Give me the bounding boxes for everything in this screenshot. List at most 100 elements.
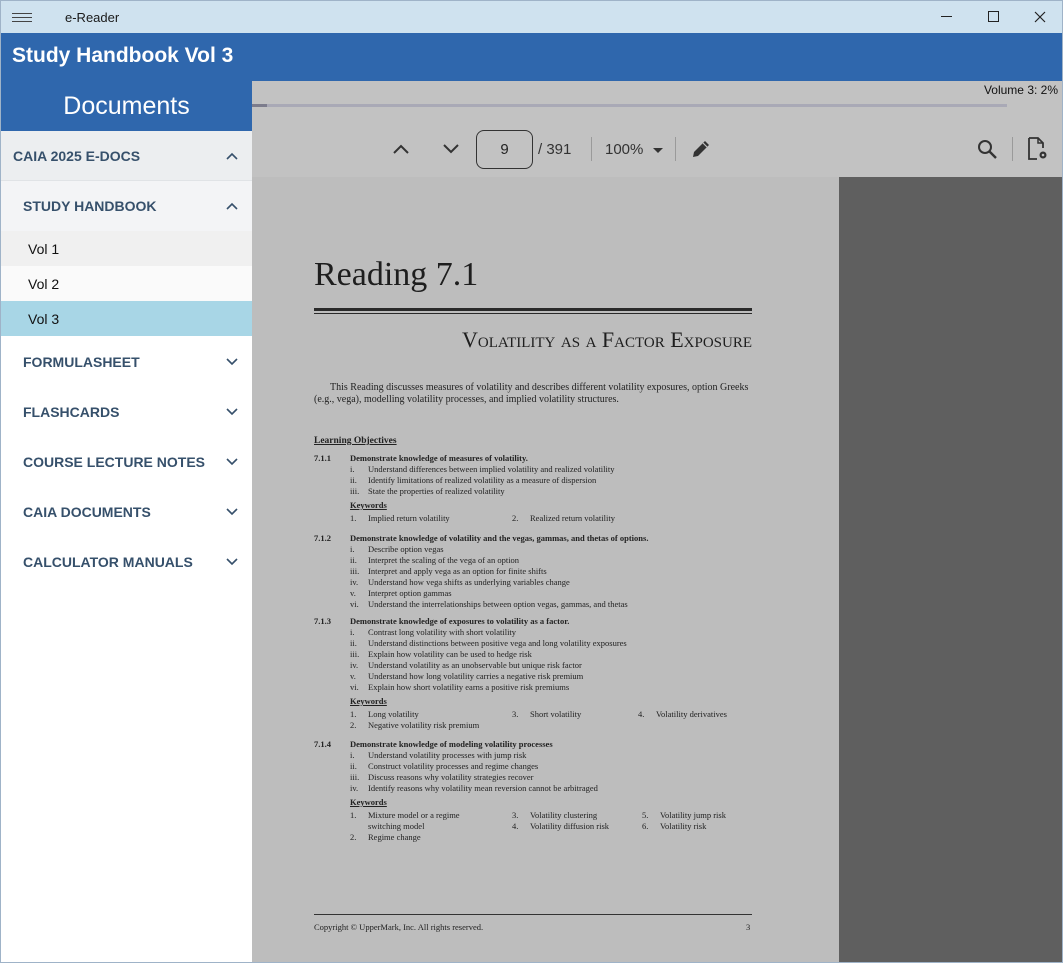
close-icon: [1034, 11, 1046, 23]
sidebar-item-label: Vol 2: [28, 275, 60, 292]
page-footer-number: 3: [746, 922, 751, 932]
sidebar-category-label: CAIA DOCUMENTS: [23, 504, 151, 520]
reading-intro: This Reading discusses measures of volat…: [314, 382, 749, 405]
keywords-row: 1. Mixture model or a regime 3. Volatility…: [350, 810, 726, 820]
minimize-icon: [941, 16, 952, 17]
volume-progress-label: Volume 3: 2%: [983, 83, 1058, 97]
sidebar-item-vol-2[interactable]: Vol 2: [1, 266, 252, 301]
objective-item: iii. Discuss reasons why volatility strat…: [350, 772, 534, 782]
page-number-input[interactable]: [476, 130, 533, 169]
objective-number: 7.1.4: [314, 739, 331, 749]
objective-item: ii. Construct volatility processes and re…: [350, 761, 539, 771]
sidebar-item-vol-3[interactable]: Vol 3: [1, 301, 252, 336]
hamburger-menu-icon[interactable]: [12, 10, 32, 24]
maximize-button[interactable]: [971, 1, 1017, 33]
objective-item: v. Interpret option gammas: [350, 588, 452, 598]
keywords-row: 1. Long volatility 3. Short volatility 4. V…: [350, 709, 727, 719]
keywords-row: 2. Regime change: [350, 832, 421, 842]
sidebar-subgroup-study-handbook[interactable]: STUDY HANDBOOK: [1, 181, 252, 231]
next-page-button[interactable]: [433, 131, 469, 167]
footer-rule: [314, 914, 752, 915]
page-total: / 391: [538, 141, 572, 158]
caret-down-icon: [652, 147, 663, 153]
sidebar-group-caia-2025[interactable]: CAIA 2025 E-DOCS: [1, 131, 252, 181]
keywords-heading: Keywords: [350, 696, 387, 706]
pencil-icon: [693, 141, 709, 157]
chevron-down-icon: [226, 458, 238, 466]
objective-item: v. Understand how long volatility carries…: [350, 671, 584, 681]
search-icon: [978, 140, 997, 159]
document-viewer: Volume 3: 2% / 391 100%: [252, 81, 1062, 962]
chevron-down-icon: [226, 558, 238, 566]
objective-item: i. Understand differences between implied…: [350, 464, 615, 474]
sidebar-category-label: CALCULATOR MANUALS: [23, 554, 193, 570]
progress-area: Volume 3: 2%: [252, 81, 1062, 121]
objective-item: iv. Understand how vega shifts as underly…: [350, 577, 570, 587]
reading-progress-fill: [252, 104, 268, 107]
chevron-up-icon: [226, 202, 238, 210]
sidebar-category-flashcards[interactable]: FLASHCARDS: [1, 387, 252, 437]
sidebar-heading: Documents: [1, 81, 252, 131]
app-window: e-Reader Study Handbook Vol 3 Documents …: [0, 0, 1063, 963]
objective-item: iii. Interpret and apply vega as an optio…: [350, 566, 547, 576]
chevron-up-icon: [393, 144, 409, 154]
sidebar-category-label: FLASHCARDS: [23, 404, 120, 420]
sidebar-group-label: CAIA 2025 E-DOCS: [13, 147, 141, 164]
chevron-down-icon: [226, 357, 238, 365]
objective-item: ii. Understand distinctions between posit…: [350, 638, 627, 648]
objective-heading: Demonstrate knowledge of exposures to vo…: [350, 616, 570, 626]
document-settings-button[interactable]: [1019, 131, 1055, 167]
page-footer: Copyright © UpperMark, Inc. All rights r…: [314, 922, 484, 932]
sidebar-category-course-lecture-notes[interactable]: COURSE LECTURE NOTES: [1, 437, 252, 487]
reading-progress-bar: [252, 104, 1007, 107]
objective-item: i. Describe option vegas: [350, 544, 444, 554]
maximize-icon: [988, 11, 999, 22]
objective-item: ii. Interpret the scaling of the vega of …: [350, 555, 520, 565]
title-rule: [314, 308, 752, 311]
annotate-button[interactable]: [683, 131, 719, 167]
window-title: e-Reader: [65, 10, 120, 25]
sidebar-category-caia-documents[interactable]: CAIA DOCUMENTS: [1, 487, 252, 537]
title-rule: [314, 313, 752, 314]
sidebar-category-label: FORMULASHEET: [23, 353, 140, 370]
objective-item: ii. Identify limitations of realized vola…: [350, 475, 597, 485]
toolbar-divider: [1012, 137, 1013, 161]
objective-item: vi. Explain how short volatility earns a …: [350, 682, 570, 692]
keywords-row: 2. Negative volatility risk premium: [350, 720, 480, 730]
objective-number: 7.1.3: [314, 616, 331, 626]
sidebar-category-label: COURSE LECTURE NOTES: [23, 454, 206, 470]
chevron-down-icon: [443, 144, 459, 154]
objective-heading: Demonstrate knowledge of volatility and …: [350, 533, 649, 543]
sidebar-item-vol-1[interactable]: Vol 1: [1, 231, 252, 266]
reading-title: Reading 7.1: [314, 256, 479, 293]
objective-number: 7.1.2: [314, 533, 331, 543]
toolbar-divider: [675, 137, 676, 161]
objective-heading: Demonstrate knowledge of measures of vol…: [350, 453, 528, 463]
sidebar-item-label: Vol 1: [28, 240, 60, 257]
objective-7-1-1: 7.1.1 Demonstrate knowledge of measures …: [314, 453, 754, 524]
keywords-row: 1. Implied return volatility 2. Realized r…: [350, 513, 615, 523]
keywords-heading: Keywords: [350, 797, 387, 807]
objective-item: iv. Understand volatility as an unobserva…: [350, 660, 582, 670]
search-button[interactable]: [969, 131, 1005, 167]
objective-item: vi. Understand the interrelationships bet…: [350, 599, 628, 609]
sidebar-category-calculator-manuals[interactable]: CALCULATOR MANUALS: [1, 537, 252, 587]
objective-heading: Demonstrate knowledge of modeling volati…: [350, 739, 553, 749]
objective-item: iii. Explain how volatility can be used t…: [350, 649, 532, 659]
previous-page-button[interactable]: [383, 131, 419, 167]
objective-number: 7.1.1: [314, 453, 331, 463]
document-title: Study Handbook Vol 3: [12, 44, 234, 67]
minimize-button[interactable]: [924, 1, 970, 33]
title-bar: e-Reader: [1, 1, 1062, 33]
zoom-value: 100%: [605, 141, 644, 158]
objective-7-1-3: 7.1.3 Demonstrate knowledge of exposures…: [314, 616, 754, 731]
objective-item: iv. Identify reasons why volatility mean …: [350, 783, 598, 793]
zoom-dropdown[interactable]: 100%: [605, 141, 664, 158]
objective-7-1-2: 7.1.2 Demonstrate knowledge of volatilit…: [314, 533, 754, 610]
close-button[interactable]: [1017, 1, 1062, 33]
app-header: Study Handbook Vol 3: [1, 33, 1062, 81]
reading-subtitle: Volatility as a Factor Exposure: [462, 327, 752, 352]
learning-objectives-heading: Learning Objectives: [314, 436, 397, 446]
sidebar-category-formulasheet[interactable]: FORMULASHEET: [1, 336, 252, 387]
objective-item: i. Contrast long volatility with short vo…: [350, 627, 517, 637]
